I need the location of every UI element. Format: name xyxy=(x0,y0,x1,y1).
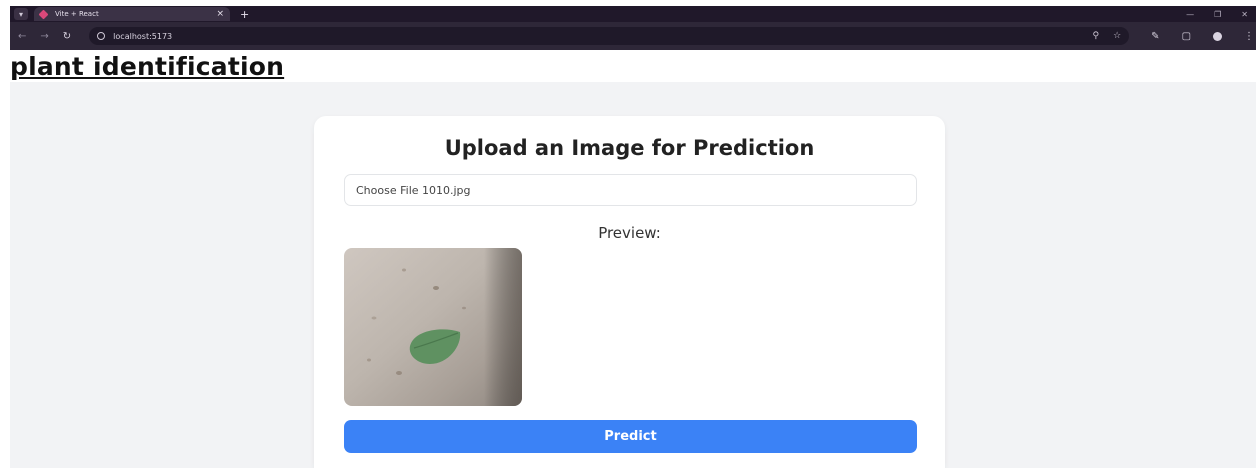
new-tab-icon[interactable]: + xyxy=(240,8,249,21)
close-icon[interactable]: × xyxy=(216,9,224,19)
tab-favicon-icon xyxy=(38,9,49,19)
predict-button[interactable]: Predict xyxy=(344,420,917,453)
back-icon[interactable]: ← xyxy=(18,31,26,42)
leaf-photo xyxy=(344,248,522,406)
profile-icon[interactable] xyxy=(1213,31,1223,41)
sidebar-icon[interactable]: ▢ xyxy=(1182,31,1191,42)
upload-card: Upload an Image for Prediction Choose Fi… xyxy=(314,116,945,468)
browser-tab[interactable]: Vite + React × xyxy=(34,7,230,21)
browser-tab-bar: ▾ Vite + React × + — ❐ ✕ xyxy=(10,6,1256,22)
file-input[interactable]: Choose File 1010.jpg xyxy=(344,174,917,206)
preview-image xyxy=(344,248,522,406)
card-heading: Upload an Image for Prediction xyxy=(444,136,815,160)
preview-label: Preview: xyxy=(598,224,661,242)
file-input-label[interactable]: Choose File 1010.jpg xyxy=(356,184,471,197)
extensions-icon[interactable]: ✎ xyxy=(1151,31,1159,42)
page-title: plant identification xyxy=(10,52,285,81)
tab-title: Vite + React xyxy=(55,10,99,18)
window-close-icon[interactable]: ✕ xyxy=(1241,10,1248,19)
forward-icon[interactable]: → xyxy=(40,31,48,42)
zoom-icon[interactable]: ⚲ xyxy=(1093,31,1100,41)
site-info-icon[interactable] xyxy=(97,32,106,40)
restore-icon[interactable]: ❐ xyxy=(1214,10,1221,19)
window-controls: — ❐ ✕ xyxy=(1186,10,1256,19)
tab-menu-icon[interactable]: ▾ xyxy=(14,8,28,20)
url-text[interactable]: localhost:5173 xyxy=(113,32,1092,41)
reload-icon[interactable]: ↻ xyxy=(63,31,71,42)
browser-toolbar: ← → ↻ localhost:5173 ⚲ ☆ ✎ ▢ ⋮ xyxy=(10,22,1256,50)
bookmark-star-icon[interactable]: ☆ xyxy=(1113,31,1121,41)
address-bar[interactable]: localhost:5173 ⚲ ☆ xyxy=(89,27,1130,45)
minimize-icon[interactable]: — xyxy=(1186,10,1194,19)
menu-icon[interactable]: ⋮ xyxy=(1244,31,1254,42)
